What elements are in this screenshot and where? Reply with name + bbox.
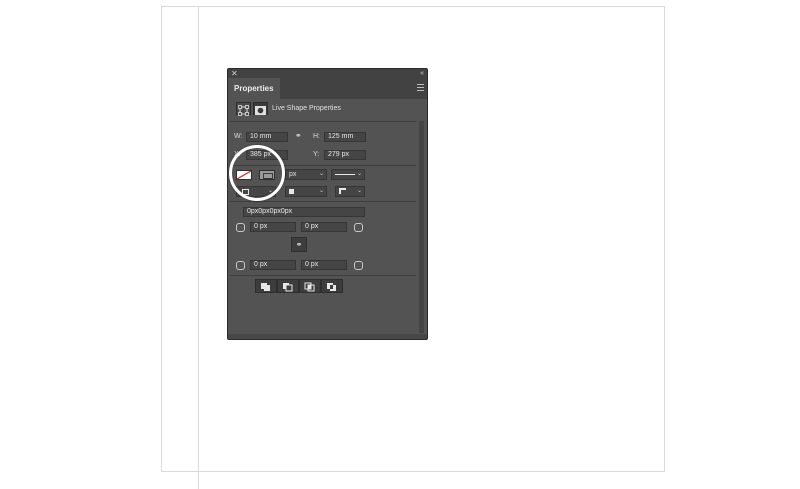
exclude-overlap-button[interactable] xyxy=(321,279,343,293)
divider xyxy=(230,121,416,122)
corner-top-right-field[interactable]: 0 px xyxy=(301,222,347,232)
divider xyxy=(230,201,416,202)
properties-panel: ✕ « Properties Live Shape Properties W: … xyxy=(227,68,428,340)
corner-bottom-right-icon xyxy=(354,261,363,270)
panel-scrollbar[interactable] xyxy=(419,121,424,333)
combine-shapes-icon xyxy=(261,283,270,291)
tab-properties[interactable]: Properties xyxy=(228,78,280,99)
stroke-corners-dropdown[interactable]: ⌄ xyxy=(335,186,365,197)
corner-top-right-icon xyxy=(354,223,363,232)
mask-icon[interactable] xyxy=(253,102,268,115)
collapse-icon[interactable]: « xyxy=(420,69,424,78)
panel-topbar: ✕ « xyxy=(228,69,427,78)
intersect-icon xyxy=(304,282,315,292)
width-field[interactable]: 10 mm xyxy=(246,132,288,142)
corner-bottom-left-icon xyxy=(236,261,245,270)
link-icon: ⚭ xyxy=(295,240,303,249)
chevron-down-icon: ⌄ xyxy=(356,188,362,194)
intersect-button[interactable] xyxy=(299,279,321,293)
highlight-circle xyxy=(229,145,285,201)
guide-line xyxy=(198,6,199,489)
panel-tabbar: Properties xyxy=(228,78,427,99)
height-field[interactable]: 125 mm xyxy=(324,132,366,142)
corner-radius-all-field[interactable]: 0px0px0px0px xyxy=(243,207,365,217)
transform-icon[interactable] xyxy=(236,102,251,116)
divider xyxy=(230,275,416,276)
line-corners-icon xyxy=(339,188,346,194)
stroke-width-unit: px xyxy=(289,171,297,178)
y-label: Y: xyxy=(313,151,320,158)
chevron-down-icon: ⌄ xyxy=(318,171,324,177)
close-icon[interactable]: ✕ xyxy=(231,69,238,78)
section-title: Live Shape Properties xyxy=(272,105,341,112)
line-caps-icon xyxy=(289,189,294,194)
link-icon[interactable]: ⚭ xyxy=(295,131,302,141)
stroke-width-dropdown[interactable]: px ⌄ xyxy=(285,169,327,180)
stroke-style-dropdown[interactable]: ⌄ xyxy=(331,169,365,180)
exclude-overlap-icon xyxy=(327,283,336,291)
chevron-down-icon: ⌄ xyxy=(318,188,324,194)
corner-bottom-right-field[interactable]: 0 px xyxy=(301,260,347,270)
subtract-front-button[interactable] xyxy=(277,279,299,293)
chevron-down-icon: ⌄ xyxy=(356,171,362,177)
solid-line-icon xyxy=(335,174,355,175)
link-corners-button[interactable]: ⚭ xyxy=(291,237,307,252)
w-label: W: xyxy=(234,133,243,140)
panel-menu-icon[interactable] xyxy=(417,84,424,91)
combine-shapes-button[interactable] xyxy=(255,279,277,293)
subtract-front-icon xyxy=(283,283,293,292)
corner-top-left-field[interactable]: 0 px xyxy=(250,222,296,232)
y-field[interactable]: 279 px xyxy=(324,150,366,160)
h-label: H: xyxy=(313,133,320,140)
corner-top-left-icon xyxy=(236,223,245,232)
stroke-caps-dropdown[interactable]: ⌄ xyxy=(285,186,327,197)
panel-bottom-bar xyxy=(228,334,427,339)
corner-bottom-left-field[interactable]: 0 px xyxy=(250,260,296,270)
